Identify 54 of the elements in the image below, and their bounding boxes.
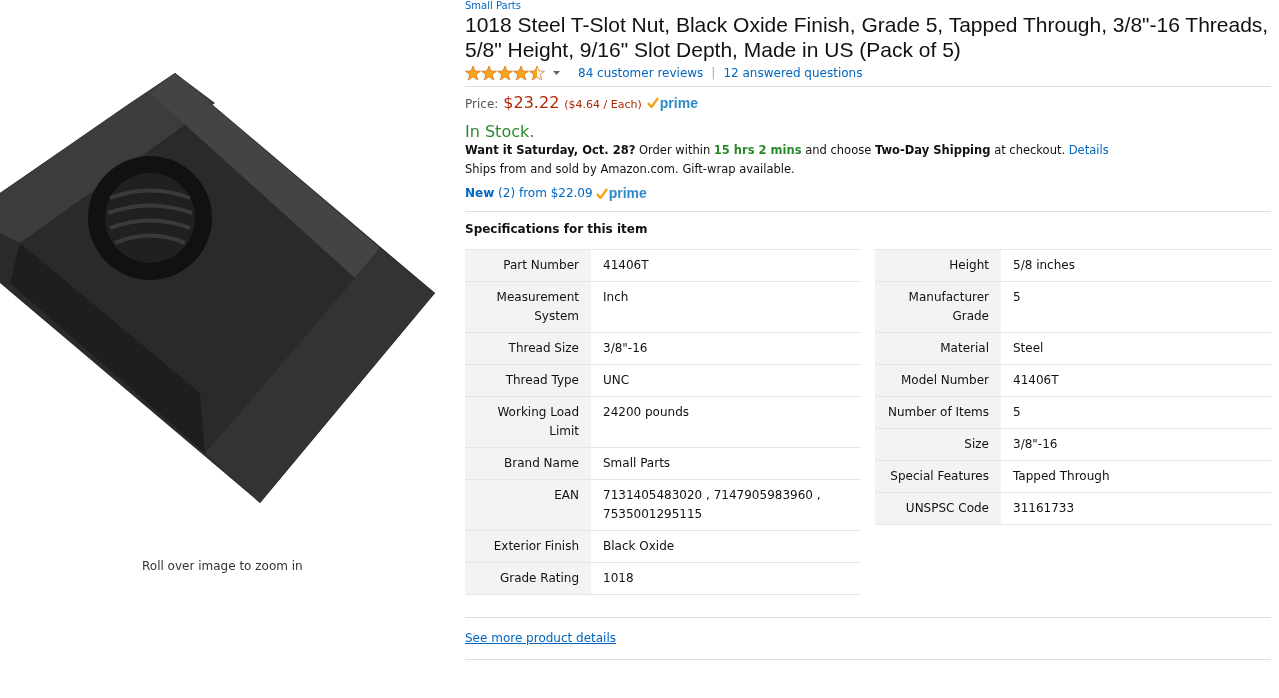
spec-label: Exterior Finish — [465, 531, 591, 562]
spec-value: Inch — [602, 289, 630, 306]
spec-label: Height — [875, 250, 1001, 281]
spec-label: Grade Rating — [465, 563, 591, 594]
price-label: Price: — [465, 97, 499, 111]
spec-value: Steel — [1012, 340, 1045, 357]
spec-label: Thread Size — [465, 333, 591, 364]
star-rating[interactable] — [465, 65, 545, 81]
spec-label: Working Load Limit — [465, 397, 591, 447]
spec-value: 24200 pounds — [602, 404, 691, 421]
spec-label: Part Number — [465, 250, 591, 281]
spec-label: Thread Type — [465, 365, 591, 396]
reviews-link[interactable]: 84 customer reviews — [578, 66, 704, 80]
spec-label: EAN — [465, 480, 591, 530]
spec-label: Model Number — [875, 365, 1001, 396]
spec-value: 7131405483020 , 7147905983960 , 7535001295115 — [602, 487, 822, 523]
spec-value: 41406T — [1012, 372, 1060, 389]
spec-label: Brand Name — [465, 448, 591, 479]
spec-label: UNSPSC Code — [875, 493, 1001, 524]
spec-value: 3/8"-16 — [602, 340, 649, 357]
product-title: 1018 Steel T-Slot Nut, Black Oxide Finish, Grade 5, Tapped Through, 3/8"-16 Threads, 5/8" Height, 9/16" Slot Depth, Made in US (Pack of 5) — [465, 12, 1270, 62]
spec-value: UNC — [602, 372, 631, 389]
spec-value: Small Parts — [602, 455, 672, 472]
new-offers-link[interactable]: New (2) from $22.09 — [465, 186, 593, 200]
spec-value: Black Oxide — [602, 538, 676, 555]
stock-status: In Stock. — [465, 122, 536, 141]
shipping-info: Ships from and sold by Amazon.com. Gift-wrap available. — [465, 161, 796, 178]
prime-badge: prime — [595, 185, 647, 201]
delivery-message: Want it Saturday, Oct. 28? Order within 15 hrs 2 mins and choose Two-Day Shipping at checkout. Details — [465, 142, 1110, 159]
section-heading: Specifications for this item — [465, 222, 649, 236]
questions-link[interactable]: 12 answered questions — [723, 66, 863, 80]
brand-link[interactable]: Small Parts — [465, 0, 521, 12]
details-link[interactable]: Details — [1068, 143, 1109, 157]
spec-value: 3/8"-16 — [1012, 436, 1059, 453]
prime-badge: prime — [646, 94, 698, 111]
caret-icon — [553, 71, 560, 75]
separator: | — [711, 66, 716, 80]
spec-label: Special Features — [875, 461, 1001, 492]
product-details-link[interactable]: See more product details — [465, 631, 617, 645]
spec-value: 5/8 inches — [1012, 257, 1076, 274]
spec-value: 1018 — [602, 570, 635, 587]
spec-label: Material — [875, 333, 1001, 364]
spec-value: 31161733 — [1012, 500, 1076, 517]
zoom-hint: Roll over image to zoom in — [142, 559, 303, 573]
spec-label: Size — [875, 429, 1001, 460]
spec-value: 5 — [1012, 404, 1022, 421]
price: $23.22 — [503, 93, 560, 112]
unit-price: ($4.64 / Each) — [564, 98, 642, 111]
spec-label: Number of Items — [875, 397, 1001, 428]
spec-value: 5 — [1012, 289, 1022, 306]
spec-label: Measurement System — [465, 282, 591, 332]
spec-value: Tapped Through — [1012, 468, 1111, 485]
spec-value: 41406T — [602, 257, 650, 274]
spec-label: Manufacturer Grade — [875, 282, 1001, 332]
